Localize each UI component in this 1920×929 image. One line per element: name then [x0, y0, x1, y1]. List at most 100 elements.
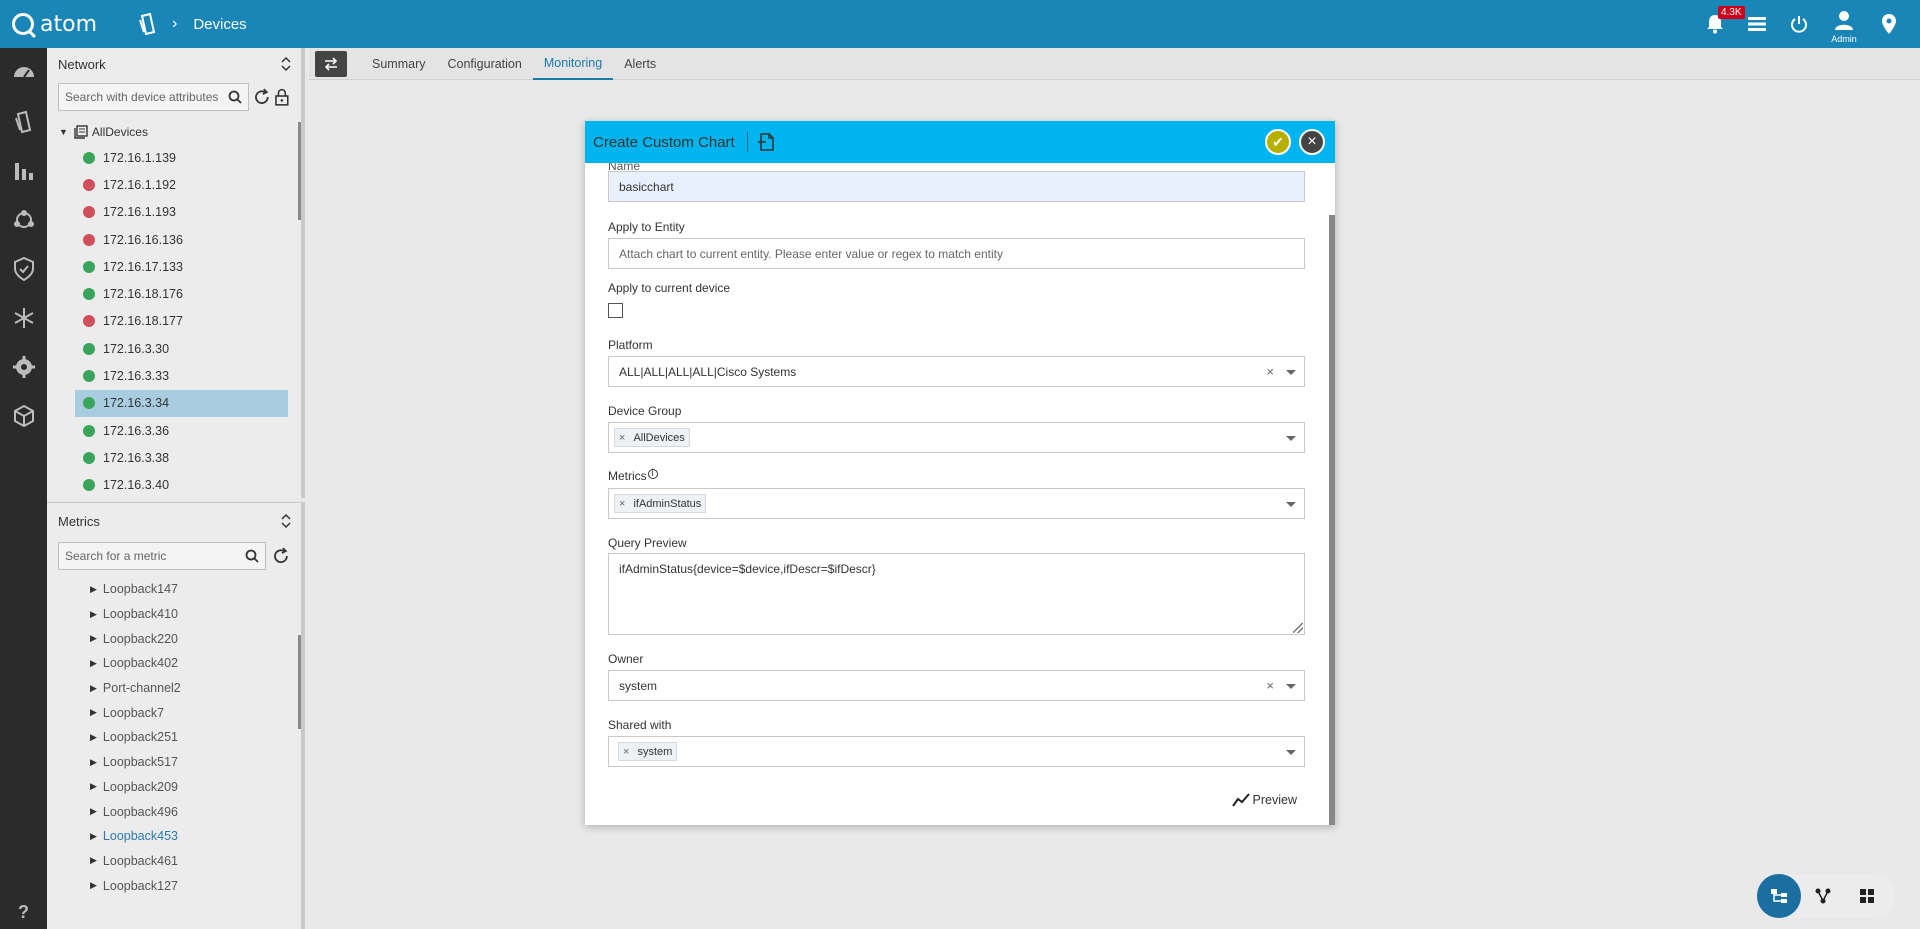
confirm-button[interactable]: ✔ — [1265, 129, 1291, 155]
metric-tree-item[interactable]: ▶ Port-channel2 — [47, 676, 301, 701]
notifications-button[interactable]: 4.3K — [1694, 0, 1745, 48]
dropdown-caret-icon[interactable] — [1286, 750, 1296, 755]
metric-tree-item[interactable]: ▶ Loopback461 — [47, 849, 301, 874]
network-scrollbar[interactable] — [298, 122, 301, 220]
tree-item-device[interactable]: 172.16.1.192 — [47, 171, 301, 198]
tree-item-device[interactable]: 172.16.3.40 — [47, 472, 301, 499]
expand-caret-icon[interactable]: ▶ — [90, 831, 97, 842]
lock-icon[interactable] — [274, 88, 290, 106]
tree-item-device[interactable]: 172.16.1.193 — [47, 199, 301, 226]
rail-security[interactable] — [0, 244, 47, 293]
metric-tree-item[interactable]: ▶ Loopback220 — [47, 626, 301, 651]
user-menu[interactable]: Admin — [1820, 0, 1868, 48]
resize-handle[interactable] — [1293, 623, 1303, 633]
remove-tag-icon[interactable]: × — [623, 746, 629, 758]
graph-view-button[interactable] — [1801, 874, 1845, 918]
preview-button[interactable]: Preview — [1231, 793, 1297, 807]
metric-tree-item[interactable]: ▶ Loopback127 — [47, 873, 301, 898]
tree-item-device[interactable]: 172.16.3.34 — [75, 389, 288, 417]
search-icon[interactable] — [228, 90, 242, 104]
expand-caret-icon[interactable]: ▶ — [90, 855, 97, 866]
breadcrumb[interactable]: Devices — [193, 16, 246, 33]
apply-current-device-checkbox[interactable] — [608, 303, 623, 318]
swap-view-button[interactable] — [315, 50, 347, 77]
dropdown-caret-icon[interactable] — [1286, 502, 1296, 507]
metrics-scrollbar[interactable] — [298, 635, 301, 729]
clear-icon[interactable]: × — [1266, 678, 1274, 693]
metric-tree-item[interactable]: ▶ Loopback251 — [47, 725, 301, 750]
metric-search-input[interactable]: Search for a metric — [58, 542, 267, 570]
rail-settings[interactable] — [0, 342, 47, 391]
tree-view-button[interactable] — [1757, 874, 1801, 918]
expand-caret-icon[interactable]: ▶ — [90, 707, 97, 718]
search-icon[interactable] — [245, 549, 259, 563]
tree-item-device[interactable]: 172.16.1.139 — [47, 144, 301, 171]
platform-select[interactable]: ALL|ALL|ALL|ALL|Cisco Systems × — [608, 356, 1305, 387]
expand-caret-icon[interactable]: ▶ — [90, 609, 97, 620]
clear-icon[interactable]: × — [1266, 364, 1274, 379]
expand-caret-icon[interactable]: ▶ — [90, 781, 97, 792]
refresh-icon[interactable] — [272, 547, 290, 565]
tree-item-device[interactable]: 172.16.17.133 — [47, 253, 301, 280]
shared-with-select[interactable]: × system — [608, 736, 1305, 767]
rail-config[interactable] — [0, 293, 47, 342]
metric-tree-item[interactable]: ▶ Loopback453 — [47, 824, 301, 849]
expand-caret-icon[interactable]: ▶ — [90, 658, 97, 669]
tree-item-device[interactable]: 172.16.18.177 — [47, 308, 301, 335]
metric-tree-item[interactable]: ▶ Loopback496 — [47, 799, 301, 824]
name-field[interactable]: basicchart — [608, 171, 1305, 202]
tree-item-device[interactable]: 172.16.16.136 — [47, 226, 301, 253]
device-group-select[interactable]: × AllDevices — [608, 422, 1305, 453]
caret-down-icon[interactable]: ▼ — [59, 127, 68, 137]
location-button[interactable] — [1868, 0, 1910, 48]
grid-view-button[interactable] — [1845, 874, 1889, 918]
remove-tag-icon[interactable]: × — [619, 498, 625, 510]
tree-item-device[interactable]: 172.16.3.38 — [47, 444, 301, 471]
rail-topology[interactable] — [0, 195, 47, 244]
rail-dashboard[interactable] — [0, 48, 47, 97]
collapse-toggle-icon[interactable] — [281, 513, 291, 529]
rail-analytics[interactable] — [0, 146, 47, 195]
expand-caret-icon[interactable]: ▶ — [90, 806, 97, 817]
list-button[interactable] — [1736, 0, 1778, 48]
metric-tree-item[interactable]: ▶ Loopback7 — [47, 700, 301, 725]
metric-tree-item[interactable]: ▶ Loopback402 — [47, 651, 301, 676]
dropdown-caret-icon[interactable] — [1286, 684, 1296, 689]
tab-alerts[interactable]: Alerts — [613, 48, 667, 80]
owner-select[interactable]: system × — [608, 670, 1305, 701]
expand-caret-icon[interactable]: ▶ — [90, 757, 97, 768]
query-preview-textarea[interactable]: ifAdminStatus{device=$device,ifDescr=$if… — [608, 553, 1305, 635]
dropdown-caret-icon[interactable] — [1286, 436, 1296, 441]
tree-item-device[interactable]: 172.16.3.33 — [47, 362, 301, 389]
tab-summary[interactable]: Summary — [361, 48, 436, 80]
power-button[interactable] — [1778, 0, 1820, 48]
tab-monitoring[interactable]: Monitoring — [532, 48, 614, 80]
refresh-icon[interactable] — [253, 88, 271, 106]
metric-tree-item[interactable]: ▶ Loopback517 — [47, 750, 301, 775]
help-icon[interactable]: ? — [0, 902, 47, 923]
metric-tree-item[interactable]: ▶ Loopback147 — [47, 577, 301, 602]
atom-logo[interactable]: atom — [12, 12, 122, 37]
tab-configuration[interactable]: Configuration — [436, 48, 532, 80]
expand-caret-icon[interactable]: ▶ — [90, 584, 97, 595]
tree-item-device[interactable]: 172.16.3.36 — [47, 417, 301, 444]
expand-caret-icon[interactable]: ▶ — [90, 880, 97, 891]
tree-item-device[interactable]: 172.16.3.30 — [47, 335, 301, 362]
metrics-select[interactable]: × ifAdminStatus — [608, 488, 1305, 519]
metric-tree-item[interactable]: ▶ Loopback209 — [47, 775, 301, 800]
tree-root-alldevices[interactable]: ▼ AllDevices — [47, 120, 301, 144]
expand-caret-icon[interactable]: ▶ — [90, 732, 97, 743]
tree-item-device[interactable]: 172.16.18.176 — [47, 280, 301, 307]
document-upload-icon[interactable] — [756, 132, 776, 152]
rail-packages[interactable] — [0, 391, 47, 440]
device-search-input[interactable]: Search with device attributes — [58, 83, 249, 111]
metric-tree-item[interactable]: ▶ Loopback410 — [47, 602, 301, 627]
rail-devices[interactable] — [0, 97, 47, 146]
remove-tag-icon[interactable]: × — [619, 432, 625, 444]
expand-caret-icon[interactable]: ▶ — [90, 633, 97, 644]
dialog-scrollbar[interactable] — [1329, 215, 1335, 825]
dropdown-caret-icon[interactable] — [1286, 370, 1296, 375]
close-button[interactable]: × — [1299, 129, 1325, 155]
devices-icon[interactable] — [136, 12, 160, 36]
info-icon[interactable]: i — [647, 469, 658, 479]
